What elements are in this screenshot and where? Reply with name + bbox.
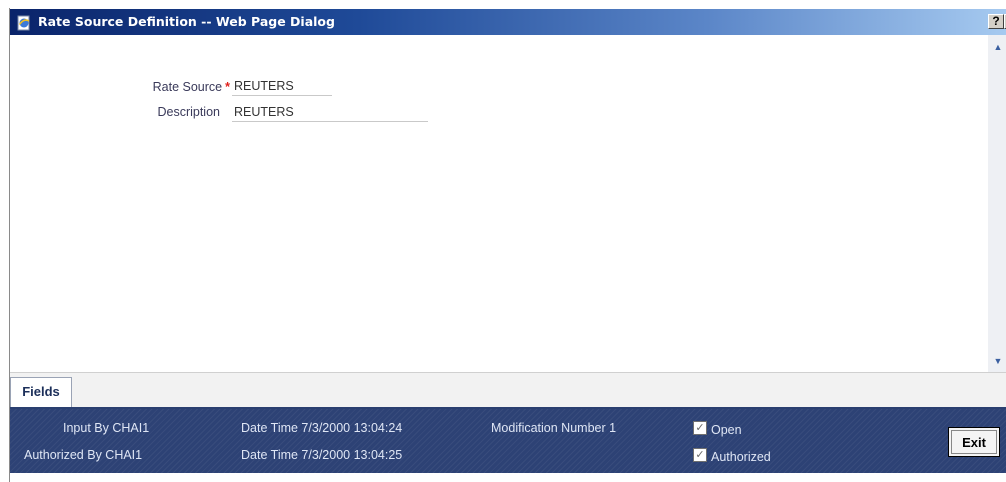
rate-source-label: Rate Source *: [110, 80, 230, 94]
required-marker: *: [225, 80, 230, 94]
authorized-date-time: Date Time 7/3/2000 13:04:25: [241, 448, 403, 462]
exit-button[interactable]: Exit: [948, 427, 1000, 457]
input-by: Input By CHAI1: [63, 421, 150, 435]
rate-source-label-text: Rate Source: [152, 80, 223, 94]
dialog-window: Rate Source Definition -- Web Page Dialo…: [0, 0, 1006, 482]
input-date-time: Date Time 7/3/2000 13:04:24: [241, 421, 403, 435]
tab-bar: Fields: [10, 373, 1006, 409]
window-title: Rate Source Definition -- Web Page Dialo…: [38, 14, 335, 29]
description-label: Description: [157, 105, 220, 119]
description-field[interactable]: [232, 103, 428, 122]
audit-panel: Input By CHAI1 Authorized By CHAI1 Date …: [10, 409, 1006, 473]
vertical-scrollbar[interactable]: ▲ ▼: [988, 35, 1006, 373]
form-area: Rate Source* Description: [10, 35, 988, 373]
left-margin: [0, 0, 9, 482]
scroll-up-icon[interactable]: ▲: [991, 41, 1005, 53]
help-button[interactable]: ?: [988, 14, 1004, 29]
title-bar[interactable]: Rate Source Definition -- Web Page Dialo…: [10, 9, 1006, 35]
authorized-label: Authorized: [711, 450, 771, 464]
open-checkbox[interactable]: ✓: [693, 421, 707, 435]
rate-source-field[interactable]: [232, 77, 332, 96]
scroll-down-icon[interactable]: ▼: [991, 355, 1005, 367]
modification-number: Modification Number 1: [491, 421, 617, 435]
authorized-checkbox[interactable]: ✓: [693, 448, 707, 462]
bottom-strip: [10, 473, 1006, 482]
open-label: Open: [711, 423, 742, 437]
tab-fields[interactable]: Fields: [10, 377, 72, 407]
authorized-by: Authorized By CHAI1: [24, 448, 143, 462]
ie-page-icon: [16, 14, 32, 31]
